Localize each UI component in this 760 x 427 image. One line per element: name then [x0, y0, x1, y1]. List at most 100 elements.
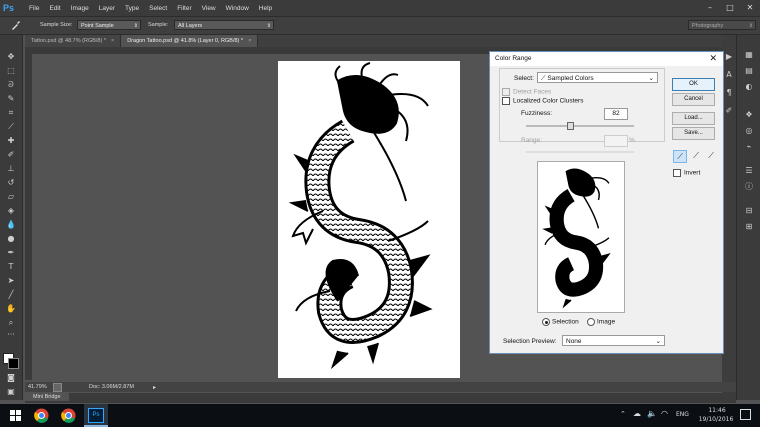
notification-icon[interactable]: [740, 409, 751, 420]
menu-file[interactable]: File: [29, 5, 39, 12]
cancel-button[interactable]: Cancel: [672, 93, 715, 106]
select-value: Sampled Colors: [547, 75, 594, 82]
actions-panel-icon[interactable]: ⊟: [742, 205, 756, 217]
menu-image[interactable]: Image: [71, 5, 89, 12]
stamp-tool-icon[interactable]: ⊥: [4, 163, 18, 175]
eyedropper-icon[interactable]: ⟋: [673, 150, 687, 163]
language-indicator[interactable]: ENG: [676, 411, 689, 418]
more-tools-icon[interactable]: ···: [4, 329, 18, 341]
menu-type[interactable]: Type: [125, 5, 139, 12]
fuzziness-slider-thumb[interactable]: [567, 122, 575, 130]
clock-time[interactable]: 11:46: [702, 407, 732, 414]
select-dropdown[interactable]: ⟋ Sampled Colors ⌄: [537, 72, 658, 83]
screen-mode-icon[interactable]: ▣: [4, 386, 18, 398]
subtract-eyedropper-icon[interactable]: ⟋: [705, 150, 717, 161]
info-panel-icon[interactable]: ⓘ: [742, 181, 756, 193]
load-button[interactable]: Load...: [672, 112, 715, 125]
crop-tool-icon[interactable]: ⌗: [4, 107, 18, 119]
layers-panel-icon[interactable]: ❖: [742, 109, 756, 121]
eyedropper-icon[interactable]: ⟋: [4, 121, 18, 133]
menu-help[interactable]: Help: [259, 5, 272, 12]
marquee-tool-icon[interactable]: ⬚: [4, 65, 18, 77]
type-tool-icon[interactable]: T: [4, 261, 18, 273]
history-panel-icon[interactable]: ▶: [722, 51, 736, 63]
close-icon[interactable]: ✕: [709, 53, 717, 64]
quick-select-tool-icon[interactable]: ✎: [4, 93, 18, 105]
workspace-select[interactable]: Photography ⇕: [688, 20, 756, 30]
lasso-tool-icon[interactable]: ᘐ: [4, 79, 18, 91]
minimize-button[interactable]: –: [700, 0, 720, 16]
swatches-panel-icon[interactable]: ▤: [742, 65, 756, 77]
character-panel-icon[interactable]: A: [722, 69, 736, 81]
blur-tool-icon[interactable]: 💧: [4, 219, 18, 231]
menu-edit[interactable]: Edit: [49, 5, 60, 12]
paint-bucket-icon[interactable]: ◈: [4, 205, 18, 217]
image-radio[interactable]: Image: [587, 318, 615, 326]
fuzziness-input[interactable]: 82: [604, 108, 628, 120]
wifi-icon[interactable]: ◠: [661, 409, 668, 418]
tab-dragon-tattoo[interactable]: Dragon Tattoo.psd @ 41.8% (Layer 0, RGB/…: [121, 35, 259, 47]
maximize-button[interactable]: □: [720, 0, 740, 16]
close-icon[interactable]: ×: [248, 38, 251, 44]
dodge-tool-icon[interactable]: ●: [4, 233, 18, 245]
brush-panel-icon[interactable]: ✐: [722, 105, 736, 117]
eyedropper-tool-icon[interactable]: [11, 21, 21, 30]
hand-tool-icon[interactable]: ✋: [4, 303, 18, 315]
export-icon[interactable]: [53, 383, 62, 392]
menu-view[interactable]: View: [202, 5, 216, 12]
chevron-up-icon[interactable]: ⌃: [620, 410, 626, 418]
windows-start-icon[interactable]: [7, 407, 24, 424]
taskbar-photoshop-active[interactable]: Ps: [84, 404, 108, 427]
paths-panel-icon[interactable]: ⌁: [742, 141, 756, 153]
background-color-swatch[interactable]: [8, 358, 19, 369]
menu-filter[interactable]: Filter: [177, 5, 191, 12]
healing-brush-icon[interactable]: ✚: [4, 135, 18, 147]
paragraph-panel-icon[interactable]: ¶: [722, 87, 736, 99]
radio-icon: [542, 318, 550, 326]
eraser-tool-icon[interactable]: ▱: [4, 191, 18, 203]
line-tool-icon[interactable]: ╱: [4, 289, 18, 301]
selection-preview-image: [537, 161, 625, 313]
history-brush-icon[interactable]: ↺: [4, 177, 18, 189]
selection-radio[interactable]: Selection: [542, 318, 579, 326]
tab-tattoo[interactable]: Tattoo.psd @ 48.7% (RGB/8) * ×: [25, 35, 122, 47]
add-eyedropper-icon[interactable]: ⟋: [690, 150, 702, 161]
move-tool-icon[interactable]: ✥: [4, 51, 18, 63]
pen-tool-icon[interactable]: ✒: [4, 247, 18, 259]
zoom-tool-icon[interactable]: ⌕: [4, 317, 18, 329]
color-panel-icon[interactable]: ▦: [742, 49, 756, 61]
document-tabs: Tattoo.psd @ 48.7% (RGB/8) * × Dragon Tat…: [25, 35, 736, 47]
close-window-button[interactable]: ✕: [740, 0, 760, 16]
invert-checkbox[interactable]: Invert: [673, 169, 700, 177]
path-select-icon[interactable]: ➤: [4, 275, 18, 287]
sample-size-select[interactable]: Point Sample ⇕: [77, 20, 141, 30]
selection-preview-select[interactable]: None ⌄: [562, 335, 665, 346]
save-button[interactable]: Save...: [672, 127, 715, 140]
channels-panel-icon[interactable]: ◎: [742, 125, 756, 137]
fuzziness-track[interactable]: [526, 125, 634, 127]
zoom-level[interactable]: 41.79%: [28, 384, 47, 390]
workspace-value: Photography: [692, 23, 724, 29]
localized-checkbox[interactable]: Localized Color Clusters: [502, 97, 583, 105]
range-label: Range:: [521, 137, 542, 144]
sample-select[interactable]: All Layers ⇕: [174, 20, 274, 30]
document-canvas[interactable]: [278, 61, 460, 378]
quick-mask-icon[interactable]: ◙: [4, 372, 18, 384]
menu-window[interactable]: Window: [226, 5, 249, 12]
sample-size-label: Sample Size:: [40, 22, 73, 28]
chrome-icon[interactable]: [33, 407, 50, 424]
adjustments-panel-icon[interactable]: ◐: [742, 81, 756, 93]
status-arrow-icon[interactable]: ▸: [153, 384, 156, 391]
properties-panel-icon[interactable]: ☰: [742, 165, 756, 177]
menu-layer[interactable]: Layer: [99, 5, 115, 12]
mini-bridge-tab[interactable]: Mini Bridge: [25, 393, 69, 401]
chrome-icon[interactable]: [60, 407, 77, 424]
brush-tool-icon[interactable]: ✐: [4, 149, 18, 161]
ok-button[interactable]: OK: [672, 78, 715, 91]
volume-icon[interactable]: 🔈: [647, 409, 657, 418]
navigator-panel-icon[interactable]: ⊞: [742, 221, 756, 233]
clock-date[interactable]: 19/10/2016: [696, 416, 736, 423]
menu-select[interactable]: Select: [149, 5, 167, 12]
close-icon[interactable]: ×: [111, 38, 114, 44]
network-icon[interactable]: ☁: [633, 409, 641, 418]
